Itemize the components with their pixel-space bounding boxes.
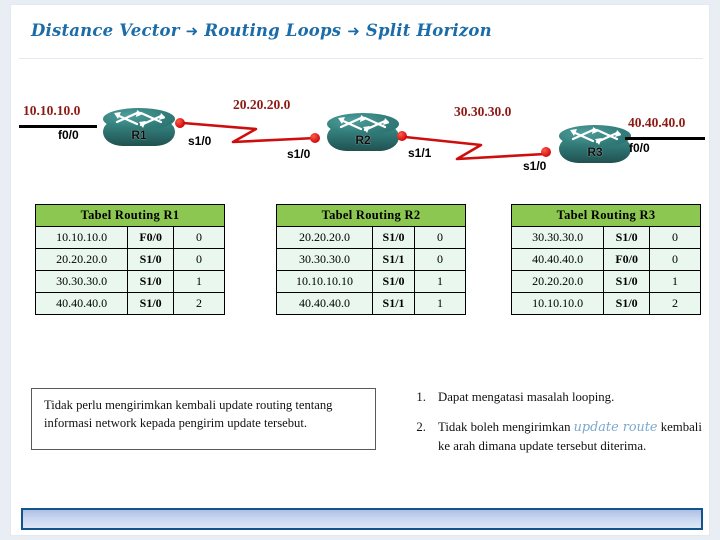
router-arrows-icon: [338, 115, 389, 133]
cell-metric: 2: [649, 292, 701, 315]
cell-network: 30.30.30.0: [510, 226, 605, 249]
router-top: [327, 113, 399, 135]
table-row: 10.10.10.0 S1/0 2: [510, 292, 701, 315]
table-row: 40.40.40.0 F0/0 0: [510, 248, 701, 271]
routing-table-r1: Tabel Routing R1 10.10.10.0 F0/0 0 20.20…: [34, 204, 225, 315]
cell-network: 20.20.20.0: [510, 270, 605, 293]
cell-metric: 2: [173, 292, 225, 315]
note-text: Tidak perlu mengirimkan kembali update r…: [44, 398, 333, 430]
arrow-icon-1: ➜: [185, 22, 199, 40]
cell-interface: S1/0: [372, 270, 415, 293]
routing-table-r3: Tabel Routing R3 30.30.30.0 S1/0 0 40.40…: [510, 204, 701, 315]
page-title: Distance Vector ➜ Routing Loops ➜ Split …: [31, 21, 492, 40]
table-row: 30.30.30.0 S1/0 0: [510, 226, 701, 249]
cell-network: 40.40.40.0: [275, 292, 374, 315]
list-item: 1. Dapat mengatasi masalah looping.: [404, 388, 704, 406]
table-title-r3: Tabel Routing R3: [511, 204, 701, 227]
list-item-number: 2.: [416, 420, 426, 435]
interface-label-f0-0-r3: f0/0: [629, 141, 650, 155]
table-header-row: Tabel Routing R2: [276, 204, 466, 227]
cell-interface: S1/0: [127, 248, 174, 271]
split-horizon-note-box: Tidak perlu mengirimkan kembali update r…: [31, 388, 376, 450]
cell-metric: 1: [414, 270, 466, 293]
title-segment-1: Distance Vector: [31, 21, 180, 40]
network-label-10: 10.10.10.0: [23, 103, 81, 118]
network-label-40: 40.40.40.0: [628, 115, 686, 130]
cell-network: 20.20.20.0: [275, 226, 374, 249]
title-segment-3: Split Horizon: [365, 21, 492, 40]
title-segment-2: Routing Loops: [204, 21, 342, 40]
cell-interface: S1/0: [372, 226, 415, 249]
cell-metric: 0: [414, 226, 466, 249]
lan-segment-right: [625, 137, 705, 140]
cell-interface: F0/0: [603, 248, 650, 271]
router-label-r3: R3: [587, 145, 603, 159]
cell-network: 10.10.10.0: [510, 292, 605, 315]
cell-interface: S1/0: [127, 270, 174, 293]
list-item-highlight: update route: [573, 420, 658, 436]
router-arrows-icon: [114, 110, 165, 128]
table-row: 20.20.20.0 S1/0 0: [34, 248, 225, 271]
cell-metric: 1: [414, 292, 466, 315]
cell-metric: 1: [649, 270, 701, 293]
table-title-r1: Tabel Routing R1: [35, 204, 225, 227]
list-item-text: Dapat mengatasi masalah looping.: [438, 390, 615, 404]
cell-network: 10.10.10.10: [275, 270, 374, 293]
table-row: 20.20.20.0 S1/0 1: [510, 270, 701, 293]
router-arrows-icon: [570, 127, 621, 145]
table-row: 20.20.20.0 S1/0 0: [275, 226, 466, 249]
cell-network: 20.20.20.0: [34, 248, 129, 271]
table-row: 30.30.30.0 S1/1 0: [275, 248, 466, 271]
router-r3[interactable]: R3: [559, 125, 631, 167]
table-title-r2: Tabel Routing R2: [276, 204, 466, 227]
cell-metric: 0: [173, 226, 225, 249]
cell-interface: S1/0: [603, 226, 650, 249]
cell-metric: 0: [649, 248, 701, 271]
interface-label-s1-0-r2: s1/0: [287, 147, 311, 161]
table-row: 40.40.40.0 S1/0 2: [34, 292, 225, 315]
cell-interface: S1/0: [603, 292, 650, 315]
router-label-r1: R1: [131, 128, 147, 142]
cell-metric: 0: [649, 226, 701, 249]
router-r2[interactable]: R2: [327, 113, 399, 155]
list-item: 2. Tidak boleh mengirimkan update route …: [404, 418, 704, 455]
cell-metric: 0: [414, 248, 466, 271]
routing-table-r2: Tabel Routing R2 20.20.20.0 S1/0 0 30.30…: [275, 204, 466, 315]
slide-title-bar: Distance Vector ➜ Routing Loops ➜ Split …: [19, 13, 703, 59]
cell-interface: F0/0: [127, 226, 174, 249]
router-top: [559, 125, 631, 147]
cell-interface: S1/1: [372, 248, 415, 271]
footer-bar: [21, 508, 703, 530]
cell-network: 40.40.40.0: [34, 292, 129, 315]
interface-label-f0-0-r1: f0/0: [58, 128, 79, 142]
cell-network: 30.30.30.0: [34, 270, 129, 293]
cell-metric: 0: [173, 248, 225, 271]
cell-network: 10.10.10.0: [34, 226, 129, 249]
list-item-number: 1.: [416, 390, 426, 404]
table-row: 10.10.10.0 F0/0 0: [34, 226, 225, 249]
list-item-text-before: Tidak boleh mengirimkan: [438, 420, 574, 435]
interface-label-s1-0-r3: s1/0: [523, 159, 547, 173]
table-header-row: Tabel Routing R3: [511, 204, 701, 227]
table-row: 10.10.10.10 S1/0 1: [275, 270, 466, 293]
router-top: [103, 108, 175, 130]
link-endpoint-r3-s1-0: [541, 147, 551, 157]
table-row: 40.40.40.0 S1/1 1: [275, 292, 466, 315]
cell-interface: S1/1: [372, 292, 415, 315]
cell-interface: S1/0: [127, 292, 174, 315]
split-horizon-rules-list: 1. Dapat mengatasi masalah looping. 2. T…: [404, 388, 704, 467]
router-r1[interactable]: R1: [103, 108, 175, 150]
table-row: 30.30.30.0 S1/0 1: [34, 270, 225, 293]
cell-interface: S1/0: [603, 270, 650, 293]
network-diagram: 10.10.10.0 f0/0 R1 s1/0 20.20.20.0 s1/0 …: [11, 85, 711, 185]
link-endpoint-r2-s1-0: [310, 133, 320, 143]
cell-network: 30.30.30.0: [275, 248, 374, 271]
cell-network: 40.40.40.0: [510, 248, 605, 271]
arrow-icon-2: ➜: [347, 22, 360, 40]
cell-metric: 1: [173, 270, 225, 293]
router-label-r2: R2: [355, 133, 371, 147]
slide-canvas: Distance Vector ➜ Routing Loops ➜ Split …: [10, 4, 710, 536]
table-header-row: Tabel Routing R1: [35, 204, 225, 227]
